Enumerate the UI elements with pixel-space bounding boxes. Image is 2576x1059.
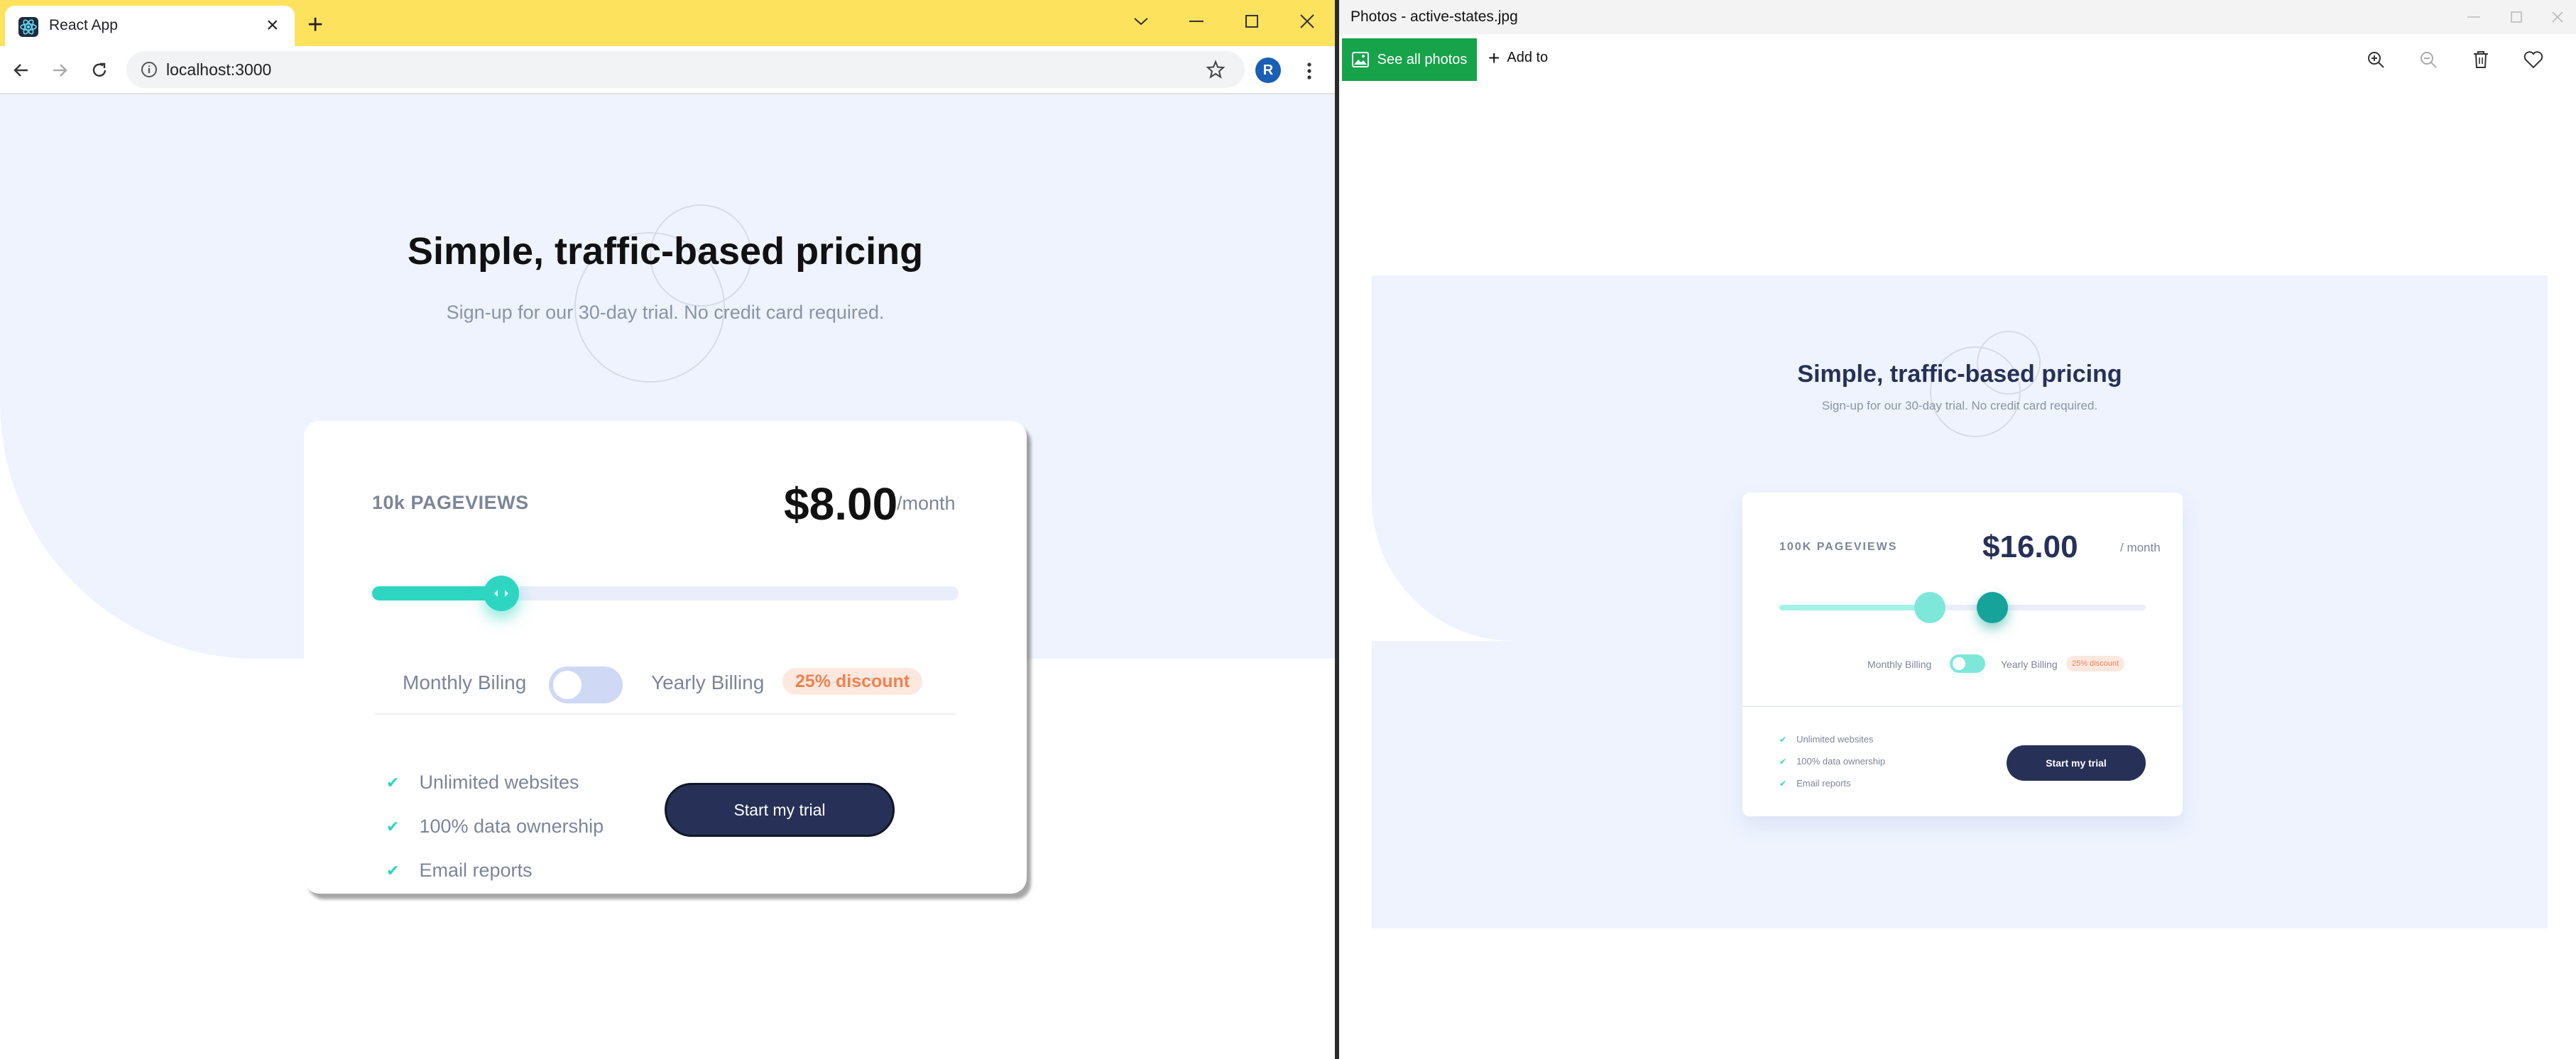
feature-item: ✔ Email reports — [386, 860, 532, 882]
start-trial-button[interactable]: Start my trial — [665, 783, 895, 837]
feature-label: Email reports — [419, 860, 533, 881]
feature-label: Unlimited websites — [419, 772, 579, 793]
photos-icon — [1351, 52, 1369, 67]
see-all-photos-button[interactable]: See all photos — [1342, 38, 1477, 81]
plus-icon: + — [1488, 46, 1500, 69]
photo-image: Simple, traffic-based pricing Sign-up fo… — [1372, 275, 2548, 928]
tab-strip: React App × + — [0, 0, 1335, 46]
add-to-label: Add to — [1507, 50, 1549, 65]
image-yearly-label: Yearly Billing — [2001, 659, 2058, 670]
image-feature-label: Unlimited websites — [1796, 734, 1874, 745]
browser-window: React App × + localhost:3000 R Simple, t… — [0, 0, 1335, 1059]
browser-toolbar: localhost:3000 R — [0, 46, 1335, 94]
check-icon: ✔ — [1779, 756, 1787, 767]
tab-title: React App — [49, 17, 118, 33]
zoom-in-icon[interactable] — [2363, 47, 2389, 72]
image-price-value: $16.00 — [1982, 530, 2078, 564]
image-card-divider — [1742, 706, 2183, 707]
photos-titlebar: Photos - active-states.jpg — [1339, 0, 2576, 34]
page-subtitle: Sign-up for our 30-day trial. No credit … — [446, 302, 885, 323]
image-subtitle: Sign-up for our 30-day trial. No credit … — [1821, 399, 2098, 412]
image-start-trial-button: Start my trial — [2007, 745, 2146, 781]
check-icon: ✔ — [386, 773, 400, 791]
image-price-period: / month — [2120, 541, 2161, 554]
check-icon: ✔ — [1779, 778, 1787, 789]
close-icon[interactable]: × — [266, 15, 279, 36]
zoom-out-icon[interactable] — [2416, 47, 2441, 72]
photos-window-title: Photos - active-states.jpg — [1350, 9, 1518, 25]
pricing-card: 10k PAGEVIEWS $8.00 /month Monthly Bilin… — [304, 421, 1027, 894]
delete-icon[interactable] — [2468, 47, 2494, 72]
image-toggle-knob — [1953, 657, 1965, 670]
feature-label: 100% data ownership — [419, 816, 604, 837]
feature-item: ✔ 100% data ownership — [386, 816, 604, 838]
photos-toolbar: See all photos + Add to — [1339, 34, 2576, 85]
image-slider-fill — [1779, 605, 1936, 610]
react-logo-icon — [18, 17, 38, 37]
monthly-billing-label: Monthly Biling — [403, 671, 527, 693]
image-pageviews-label: 100K PAGEVIEWS — [1779, 541, 1898, 553]
minimize-icon[interactable] — [1172, 6, 1221, 37]
maximize-icon[interactable] — [2495, 6, 2538, 28]
image-feature-item: ✔ Unlimited websites — [1779, 734, 1873, 745]
reload-icon[interactable] — [87, 57, 112, 83]
feature-item: ✔ Unlimited websites — [386, 772, 579, 794]
card-divider — [375, 713, 956, 715]
close-icon[interactable] — [2536, 6, 2576, 28]
billing-toggle[interactable] — [549, 666, 623, 703]
info-icon[interactable] — [141, 61, 158, 78]
photos-window: Photos - active-states.jpg See all photo… — [1339, 0, 2576, 1059]
minimize-icon[interactable] — [2452, 6, 2495, 28]
profile-avatar[interactable]: R — [1255, 57, 1281, 83]
slider-arrows-icon — [494, 590, 508, 597]
url-text: localhost:3000 — [166, 60, 272, 79]
discount-badge: 25% discount — [782, 668, 923, 695]
image-pricing-card: 100K PAGEVIEWS $16.00 / month Monthly Bi… — [1742, 493, 2183, 816]
image-feature-label: 100% data ownership — [1796, 756, 1886, 767]
image-slider-thumb-active — [1977, 592, 2008, 623]
close-icon[interactable] — [1282, 6, 1332, 37]
pageviews-slider-fill — [372, 586, 501, 600]
image-slider-thumb-hover — [1914, 592, 1945, 623]
image-discount-badge: 25% discount — [2066, 656, 2125, 671]
browser-tab[interactable]: React App × — [5, 6, 295, 46]
image-feature-item: ✔ 100% data ownership — [1779, 756, 1885, 767]
chevron-down-icon[interactable] — [1116, 6, 1166, 37]
address-bar[interactable]: localhost:3000 — [126, 51, 1245, 88]
pageviews-label: 10k PAGEVIEWS — [372, 492, 529, 513]
image-billing-toggle — [1950, 654, 1985, 673]
add-to-button[interactable]: + Add to — [1488, 46, 1549, 69]
image-title: Simple, traffic-based pricing — [1797, 361, 2122, 388]
yearly-billing-label: Yearly Billing — [651, 671, 765, 693]
check-icon: ✔ — [386, 817, 400, 835]
pageviews-slider-thumb[interactable] — [484, 576, 519, 611]
star-icon[interactable] — [1206, 60, 1226, 79]
image-monthly-label: Monthly Billing — [1867, 659, 1932, 670]
heart-icon[interactable] — [2521, 47, 2546, 72]
see-all-photos-label: See all photos — [1377, 51, 1468, 67]
image-feature-item: ✔ Email reports — [1779, 778, 1851, 789]
check-icon: ✔ — [386, 861, 400, 879]
web-page: Simple, traffic-based pricing Sign-up fo… — [0, 94, 1335, 1059]
price-period: /month — [897, 493, 956, 514]
page-title: Simple, traffic-based pricing — [407, 230, 924, 273]
check-icon: ✔ — [1779, 734, 1787, 745]
price-value: $8.00 — [784, 478, 898, 530]
back-icon[interactable] — [9, 57, 34, 83]
billing-toggle-knob — [553, 671, 582, 699]
forward-icon[interactable] — [47, 57, 72, 83]
image-feature-label: Email reports — [1796, 778, 1851, 789]
more-vert-icon[interactable] — [1297, 58, 1322, 84]
plus-icon[interactable]: + — [307, 11, 323, 38]
maximize-icon[interactable] — [1227, 6, 1277, 37]
